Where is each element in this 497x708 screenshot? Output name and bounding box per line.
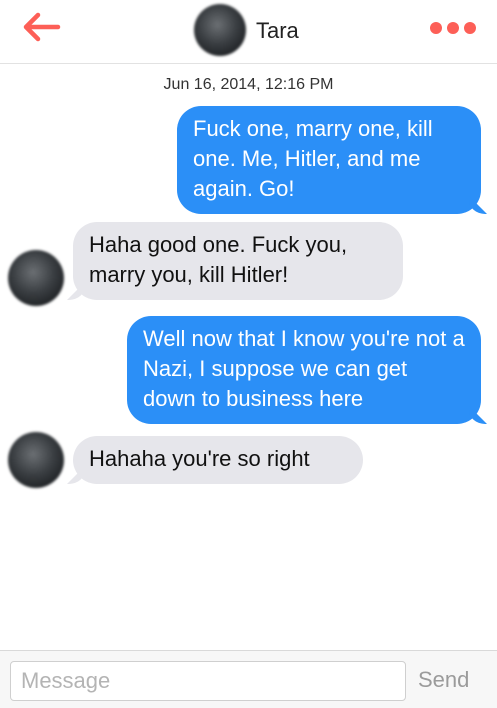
- message-timestamp: Jun 16, 2014, 12:16 PM: [163, 76, 334, 93]
- outgoing-message-bubble[interactable]: Well now that I know you're not a Nazi, …: [127, 316, 481, 424]
- dot: [464, 22, 476, 34]
- send-button[interactable]: Send: [418, 667, 469, 693]
- outgoing-message-bubble[interactable]: Fuck one, marry one, kill one. Me, Hitle…: [177, 106, 481, 214]
- message-composer: Send: [0, 650, 497, 708]
- dot: [447, 22, 459, 34]
- dot: [430, 22, 442, 34]
- contact-avatar[interactable]: [8, 432, 64, 488]
- contact-avatar[interactable]: [8, 250, 64, 306]
- more-dots-icon[interactable]: [430, 20, 476, 36]
- incoming-message-bubble[interactable]: Hahaha you're so right: [73, 436, 363, 484]
- incoming-message-bubble[interactable]: Haha good one. Fuck you, marry you, kill…: [73, 222, 403, 300]
- message-input[interactable]: [10, 661, 406, 701]
- contact-name[interactable]: Tara: [256, 18, 299, 44]
- chat-header: Tara: [0, 0, 497, 64]
- contact-avatar[interactable]: [194, 4, 246, 56]
- back-arrow-icon[interactable]: [22, 12, 62, 42]
